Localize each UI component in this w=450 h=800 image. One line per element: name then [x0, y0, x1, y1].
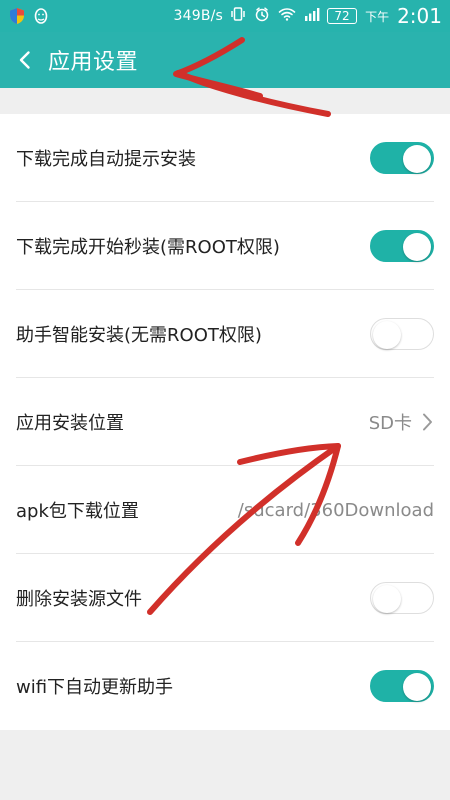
toggle-switch[interactable]	[370, 142, 434, 174]
chevron-left-icon[interactable]	[14, 49, 36, 71]
setting-control	[370, 142, 434, 174]
clock-ampm: 下午	[365, 9, 390, 24]
toggle-switch[interactable]	[370, 582, 434, 614]
toggle-knob	[403, 145, 431, 173]
apk-download-path: /sdcard/360Download	[237, 499, 434, 521]
toggle-switch[interactable]	[370, 318, 434, 350]
network-speed: 349B/s	[173, 8, 224, 24]
setting-auto-prompt-install[interactable]: 下载完成自动提示安装	[0, 114, 450, 202]
toggle-knob	[373, 585, 401, 613]
setting-control	[370, 318, 434, 350]
alarm-icon	[253, 5, 271, 27]
status-left	[8, 7, 50, 25]
setting-install-location[interactable]: 应用安装位置 SD卡	[0, 378, 450, 466]
toggle-knob	[373, 321, 401, 349]
setting-instant-install-root[interactable]: 下载完成开始秒装(需ROOT权限)	[0, 202, 450, 290]
setting-value[interactable]: SD卡	[369, 409, 434, 435]
setting-label: wifi下自动更新助手	[16, 677, 174, 698]
settings-list: 下载完成自动提示安装 下载完成开始秒装(需ROOT权限) 助手智能安装(无需RO…	[0, 114, 450, 730]
wifi-icon	[277, 5, 297, 27]
setting-label: apk包下载位置	[16, 501, 139, 522]
setting-control	[370, 230, 434, 262]
setting-value: /sdcard/360Download	[238, 500, 434, 521]
setting-control	[370, 670, 434, 702]
setting-apk-download-location[interactable]: apk包下载位置 /sdcard/360Download	[0, 466, 450, 554]
penguin-icon	[32, 7, 50, 25]
setting-wifi-auto-update[interactable]: wifi下自动更新助手	[0, 642, 450, 730]
toggle-switch[interactable]	[370, 670, 434, 702]
setting-smart-install-no-root[interactable]: 助手智能安装(无需ROOT权限)	[0, 290, 450, 378]
setting-label: 下载完成开始秒装(需ROOT权限)	[16, 237, 280, 258]
toggle-knob	[403, 673, 431, 701]
setting-control	[370, 582, 434, 614]
shield-icon	[8, 7, 26, 25]
toggle-knob	[403, 233, 431, 261]
setting-label: 应用安装位置	[16, 413, 124, 434]
battery-icon: 72	[327, 8, 358, 24]
status-right: 349B/s 72 下午 2:01	[174, 4, 442, 28]
setting-label: 下载完成自动提示安装	[16, 149, 196, 170]
status-bar: 349B/s 72 下午 2:01	[0, 0, 450, 32]
setting-label: 删除安装源文件	[16, 589, 142, 610]
toggle-switch[interactable]	[370, 230, 434, 262]
signal-icon	[303, 5, 321, 27]
app-header: 应用设置	[0, 32, 450, 88]
vibrate-icon	[229, 5, 247, 27]
battery-level: 72	[334, 9, 350, 23]
page-title: 应用设置	[48, 50, 139, 75]
setting-delete-install-source[interactable]: 删除安装源文件	[0, 554, 450, 642]
clock-time: 2:01	[397, 4, 442, 28]
install-location-value: SD卡	[368, 413, 412, 434]
setting-label: 助手智能安装(无需ROOT权限)	[16, 325, 262, 346]
chevron-right-icon	[420, 411, 434, 433]
